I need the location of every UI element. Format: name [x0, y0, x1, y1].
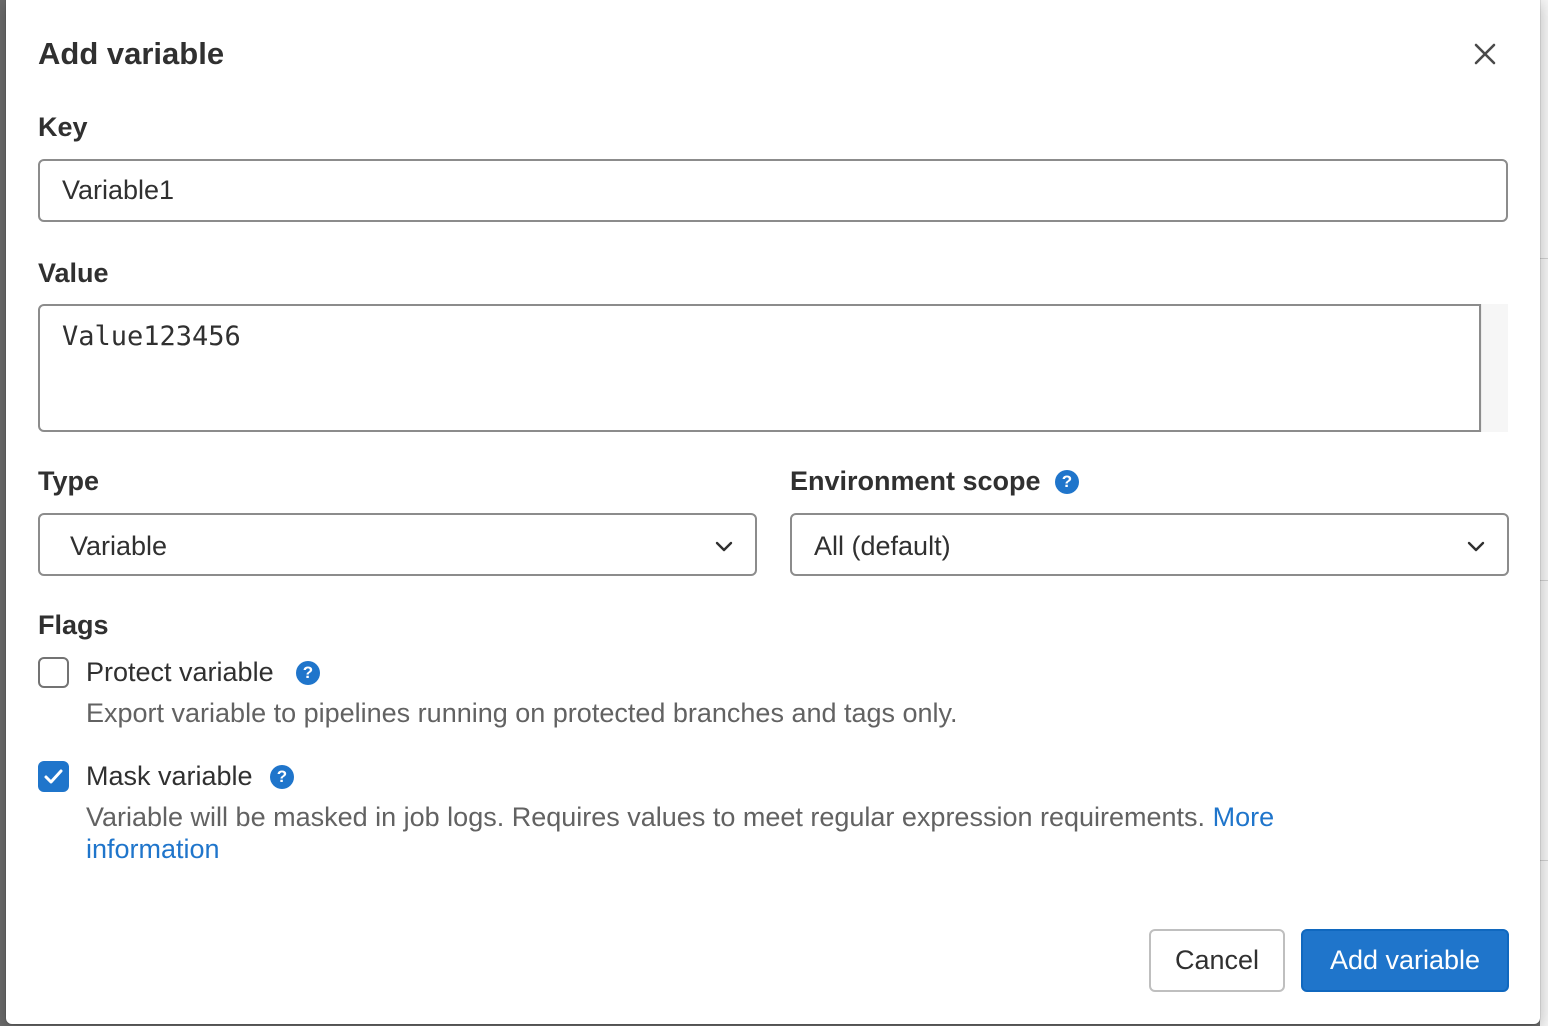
type-select[interactable]: Variable [38, 513, 757, 576]
backdrop-page-edge [1540, 0, 1548, 1026]
cancel-button[interactable]: Cancel [1149, 929, 1285, 992]
mask-variable-label[interactable]: Mask variable [86, 761, 253, 792]
environment-scope-label: Environment scope [790, 466, 1041, 496]
value-label: Value [38, 258, 109, 288]
backdrop-divider [1540, 258, 1548, 259]
mask-variable-description-text: Variable will be masked in job logs. Req… [86, 802, 1206, 832]
mask-variable-checkbox[interactable] [38, 761, 69, 792]
add-variable-button[interactable]: Add variable [1301, 929, 1509, 992]
mask-variable-help-icon[interactable]: ? [270, 765, 294, 789]
modal-title: Add variable [38, 36, 225, 71]
environment-scope-select[interactable]: All (default) [790, 513, 1509, 576]
protect-variable-checkbox[interactable] [38, 657, 69, 688]
checkmark-icon [44, 769, 63, 784]
value-field-wrapper: Value123456 [38, 304, 1508, 432]
backdrop-divider [1540, 580, 1548, 581]
key-input[interactable] [38, 159, 1508, 222]
chevron-down-icon [1467, 541, 1485, 552]
environment-scope-selected-value: All (default) [814, 531, 951, 561]
environment-scope-help-icon[interactable]: ? [1055, 470, 1079, 494]
key-label: Key [38, 112, 88, 142]
protect-variable-label[interactable]: Protect variable [86, 657, 274, 688]
chevron-down-icon [715, 541, 733, 552]
backdrop-divider [1540, 860, 1548, 861]
type-selected-value: Variable [70, 531, 168, 561]
close-button[interactable] [1467, 36, 1503, 72]
flags-label: Flags [38, 610, 109, 640]
mask-variable-description: Variable will be masked in job logs. Req… [86, 801, 1386, 865]
value-textarea[interactable]: Value123456 [38, 304, 1481, 432]
type-label: Type [38, 466, 100, 496]
protect-variable-description: Export variable to pipelines running on … [86, 698, 958, 728]
close-icon [1474, 43, 1496, 65]
add-variable-modal: Add variable Key Value Value123456 Type … [6, 0, 1540, 1024]
textarea-scrollbar[interactable] [1481, 304, 1508, 432]
protect-variable-help-icon[interactable]: ? [296, 661, 320, 685]
